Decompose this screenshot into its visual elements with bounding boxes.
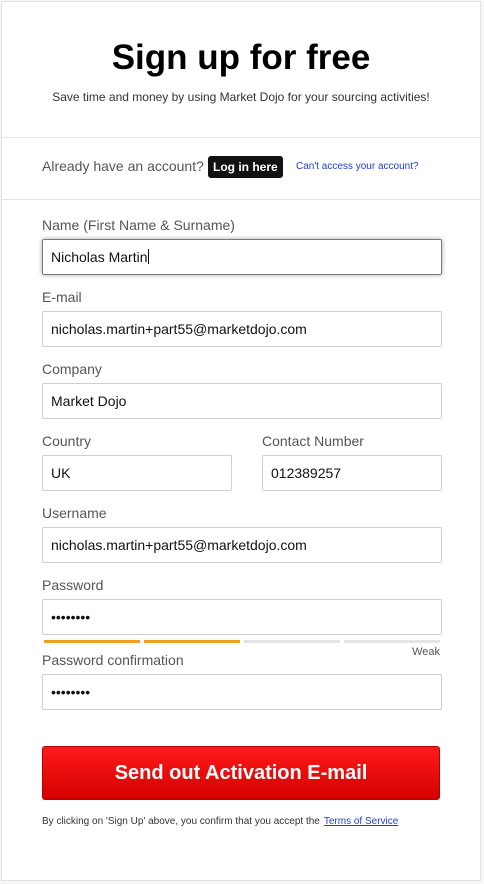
- page-title: Sign up for free: [111, 38, 371, 77]
- signup-header: Sign up for free Save time and money by …: [2, 2, 480, 138]
- text-caret: [148, 249, 150, 264]
- page-subtitle: Save time and money by using Market Dojo…: [52, 90, 430, 104]
- password-label: Password: [42, 577, 104, 593]
- name-field[interactable]: Nicholas Martin: [42, 239, 442, 275]
- company-field[interactable]: Market Dojo: [42, 383, 442, 419]
- cant-access-link[interactable]: Can't access your account?: [296, 161, 419, 172]
- password-confirmation-label: Password confirmation: [42, 652, 184, 668]
- terms-notice: By clicking on 'Sign Up' above, you conf…: [42, 816, 398, 827]
- terms-text: By clicking on 'Sign Up' above, you conf…: [42, 816, 320, 827]
- name-label: Name (First Name & Surname): [42, 217, 235, 233]
- password-strength-segment: [344, 640, 440, 643]
- password-confirmation-field[interactable]: ••••••••: [42, 674, 442, 710]
- login-button[interactable]: Log in here: [208, 156, 283, 178]
- password-field[interactable]: ••••••••: [42, 599, 442, 635]
- send-activation-email-button[interactable]: Send out Activation E-mail: [42, 746, 440, 800]
- signup-card: Sign up for free Save time and money by …: [1, 1, 481, 881]
- account-prompt: Already have an account?: [42, 158, 204, 174]
- terms-of-service-link[interactable]: Terms of Service: [324, 816, 398, 827]
- contact-number-label: Contact Number: [262, 433, 364, 449]
- password-strength-segment: [144, 640, 240, 643]
- country-label: Country: [42, 433, 92, 449]
- contact-number-field[interactable]: 012389257: [262, 455, 442, 491]
- email-field[interactable]: nicholas.martin+part55@marketdojo.com: [42, 311, 442, 347]
- password-strength-segment: [44, 640, 140, 643]
- password-strength-label: Weak: [412, 646, 440, 658]
- email-label: E-mail: [42, 289, 82, 305]
- username-field[interactable]: nicholas.martin+part55@marketdojo.com: [42, 527, 442, 563]
- country-field[interactable]: UK: [42, 455, 232, 491]
- username-label: Username: [42, 505, 107, 521]
- name-value: Nicholas Martin: [51, 249, 148, 265]
- company-label: Company: [42, 361, 102, 377]
- password-strength-segment: [244, 640, 340, 643]
- existing-account-row: Already have an account? Log in here Can…: [2, 137, 480, 200]
